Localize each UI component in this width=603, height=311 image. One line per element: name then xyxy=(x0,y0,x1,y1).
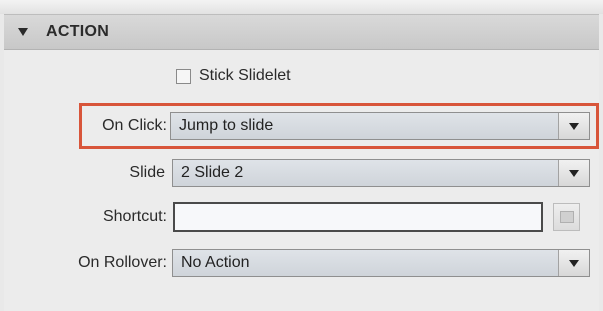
slide-label: Slide xyxy=(129,164,165,181)
on-click-dropdown[interactable]: Jump to slide xyxy=(170,112,590,140)
slide-value: 2 Slide 2 xyxy=(181,164,244,181)
on-click-label: On Click: xyxy=(102,117,167,134)
on-rollover-dropdown-button[interactable] xyxy=(558,250,589,276)
chevron-down-icon xyxy=(569,122,579,130)
shortcut-clear-button[interactable] xyxy=(553,203,580,231)
keyboard-icon xyxy=(559,211,574,223)
stick-slidelet-row[interactable]: Stick Slidelet xyxy=(176,64,291,88)
section-title: ACTION xyxy=(46,23,110,40)
on-rollover-label: On Rollover: xyxy=(78,254,167,271)
on-click-dropdown-button[interactable] xyxy=(558,113,589,139)
chevron-down-icon xyxy=(569,259,579,267)
action-section-header[interactable]: ACTION xyxy=(4,14,599,50)
shortcut-input[interactable] xyxy=(173,202,543,232)
panel-top-strip xyxy=(0,0,603,14)
slide-dropdown[interactable]: 2 Slide 2 xyxy=(172,159,590,187)
on-rollover-dropdown[interactable]: No Action xyxy=(172,249,590,277)
stick-slidelet-label: Stick Slidelet xyxy=(199,67,291,84)
slide-dropdown-button[interactable] xyxy=(558,160,589,186)
triangle-down-icon[interactable] xyxy=(18,28,28,36)
on-rollover-value: No Action xyxy=(181,254,250,271)
on-click-value: Jump to slide xyxy=(179,117,274,134)
chevron-down-icon xyxy=(569,169,579,177)
stick-slidelet-checkbox[interactable] xyxy=(176,68,191,84)
shortcut-label: Shortcut: xyxy=(102,208,167,225)
